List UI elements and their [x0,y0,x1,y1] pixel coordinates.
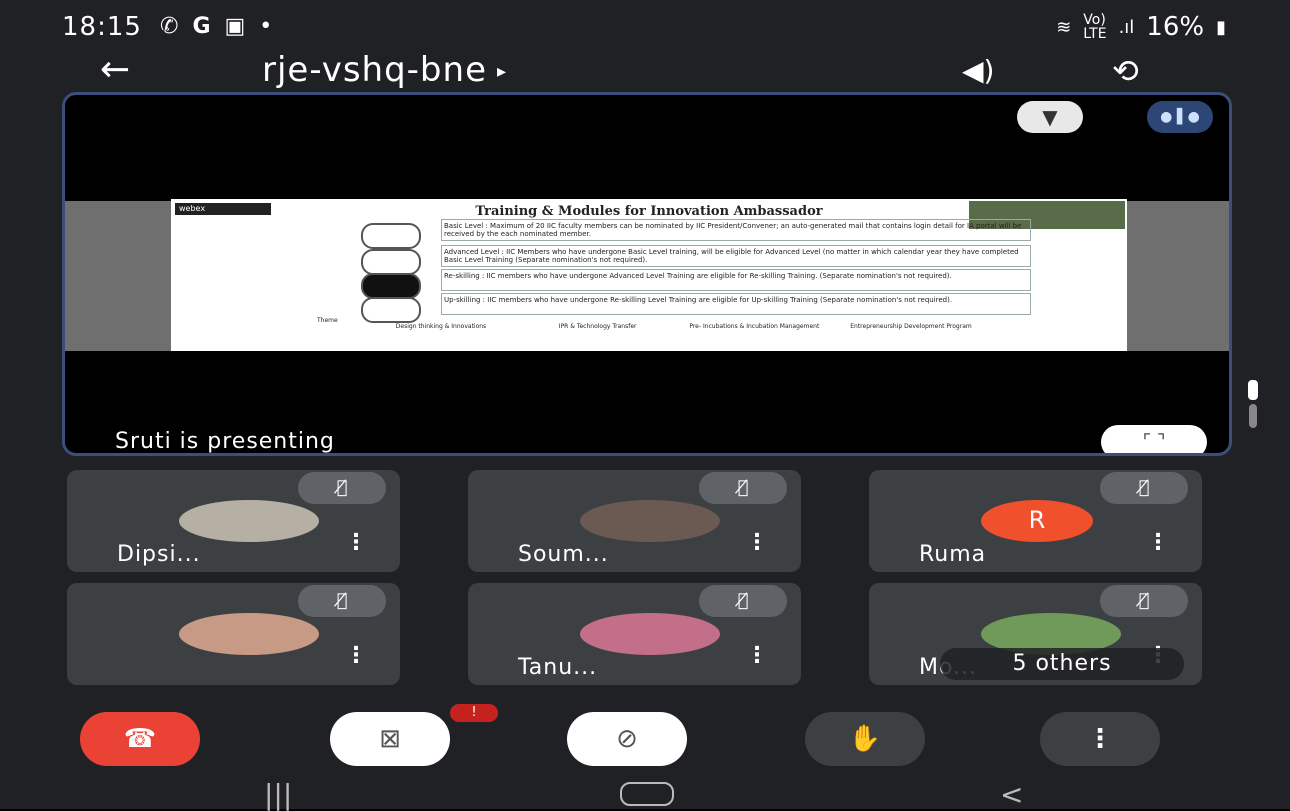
status-time: 18:15 [62,12,142,42]
avatar: R [981,500,1093,542]
participant-tile[interactable]: 🎙̸ R Ruma ⋮ [869,470,1202,572]
avatar [179,613,319,655]
wifi-icon: ≋ [1056,16,1072,38]
mic-muted-icon: 🎙̸ [1100,585,1188,617]
participant-name: Soum... [518,542,609,567]
mic-muted-icon: 🎙̸ [1100,472,1188,504]
signal-icon: .ıl [1118,16,1135,38]
camera-toggle-button[interactable]: ⊠ [330,712,450,766]
more-options-icon[interactable]: ⋮ [1147,532,1169,554]
status-notification-icons: ✆ G ▣ • [160,14,272,39]
back-icon[interactable]: < [1000,778,1023,811]
fullscreen-icon: ⌜ ⌝ [1142,431,1166,452]
slide-theme: Pre- Incubations & Incubation Management [689,323,820,330]
slide-themes: Design thinking & Innovations IPR & Tech… [366,323,986,330]
phone-screen: 18:15 ✆ G ▣ • ≋ Vo) LTE .ıl 16% ▮ ← rje-v… [0,0,1290,811]
more-options-button[interactable]: ⋮ [1040,712,1160,766]
gallery-icon: ▣ [224,14,246,39]
mic-muted-icon: 🎙̸ [298,472,386,504]
end-call-icon: ☎ [123,724,157,754]
slide-level-row: Basic Level : Maximum of 20 IIC faculty … [441,219,1031,241]
participant-name: Ruma [919,542,987,567]
more-options-icon[interactable]: ⋮ [345,532,367,554]
whatsapp-icon: ✆ [160,14,179,39]
more-options-icon[interactable]: ⋮ [345,645,367,667]
hand-icon: ✋ [848,724,882,754]
avatar [580,500,720,542]
raise-hand-button[interactable]: ✋ [805,712,925,766]
avatar [580,613,720,655]
upskilling-icon [361,297,421,323]
status-right: ≋ Vo) LTE .ıl 16% ▮ [1056,12,1226,42]
slide-theme-label: Theme [317,317,338,324]
avatar [179,500,319,542]
google-icon: G [192,14,211,39]
slide-theme: Entrepreneurship Development Program [850,323,972,330]
mic-muted-icon: 🎙̸ [699,585,787,617]
audio-bars-icon: ● ▌● [1160,109,1200,125]
more-options-icon[interactable]: ⋮ [746,532,768,554]
battery-icon: ▮ [1216,16,1226,38]
participant-name: Tanu... [518,655,598,680]
audio-level-button[interactable]: ● ▌● [1147,101,1213,133]
mic-muted-icon: 🎙̸ [298,585,386,617]
more-icon: ⋮ [1087,724,1113,754]
pin-icon: ▼ [1042,105,1058,129]
presentation-stage[interactable]: ▼ ● ▌● webex Training & Modules for Inno… [62,92,1232,456]
camera-off-icon: ⊠ [379,724,401,754]
dot-icon: • [259,14,273,39]
slide-level-row: Up-skilling : IIC members who have under… [441,293,1031,315]
battery-percent: 16% [1146,12,1205,42]
slide-theme: IPR & Technology Transfer [558,323,637,330]
recent-apps-icon[interactable]: ||| [264,778,292,811]
participant-tile[interactable]: 🎙̸ ⋮ [67,583,400,685]
end-call-button[interactable]: ☎ [80,712,200,766]
speaker-icon[interactable]: ◀) [962,54,994,87]
caret-icon: ▸ [496,60,508,82]
meeting-code[interactable]: rje-vshq-bne ▸ [262,52,507,90]
basic-level-icon [361,223,421,249]
slide-theme: Design thinking & Innovations [395,323,487,330]
back-arrow-icon[interactable]: ← [100,52,130,88]
presenting-label: Sruti is presenting [115,429,335,454]
participant-tile[interactable]: 🎙̸ Dipsi... ⋮ [67,470,400,572]
participant-tile[interactable]: 🎙̸ Soum... ⋮ [468,470,801,572]
status-bar: 18:15 ✆ G ▣ • ≋ Vo) LTE .ıl 16% ▮ [0,0,1290,52]
mic-off-icon: ⊘ [616,724,638,754]
more-options-icon[interactable]: ⋮ [746,645,768,667]
meeting-header: ← rje-vshq-bne ▸ ◀) ⟲ [0,52,1290,92]
switch-camera-icon[interactable]: ⟲ [1112,52,1139,90]
others-button[interactable]: 5 others [940,648,1184,680]
fullscreen-button[interactable]: ⌜ ⌝ [1101,425,1207,453]
slide-level-row: Advanced Level : IIC Members who have un… [441,245,1031,267]
slide-level-row: Re-skilling : IIC members who have under… [441,269,1031,291]
reskilling-icon [361,273,421,299]
pin-button[interactable]: ▼ [1017,101,1083,133]
mic-toggle-button[interactable]: ⊘ [567,712,687,766]
mic-muted-icon: 🎙̸ [699,472,787,504]
camera-alert-badge: ! [450,704,498,722]
scroll-indicator[interactable] [1248,380,1258,428]
home-icon[interactable] [620,782,674,806]
advanced-level-icon [361,249,421,275]
shared-slide: webex Training & Modules for Innovation … [171,199,1127,351]
participant-name: Dipsi... [117,542,201,567]
network-label: Vo) LTE [1083,12,1107,42]
participant-tile[interactable]: 🎙̸ Tanu... ⋮ [468,583,801,685]
